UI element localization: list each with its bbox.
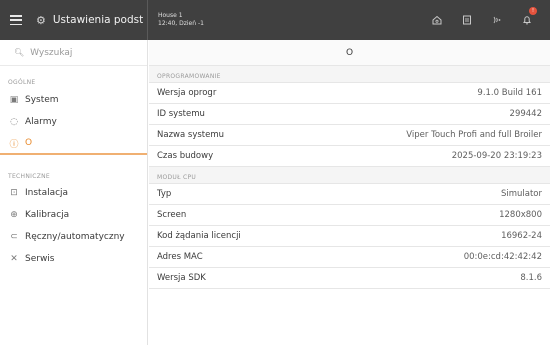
top-bar: ⚙ Ustawienia podst House 1 12:40, Dzień … [0,0,550,40]
calibration-icon: ⊕ [10,210,18,220]
row-key: Kod żądania licencji [157,231,241,241]
installation-icon: ⊡ [10,188,18,198]
info-row-system-name: Nazwa systemu Viper Touch Profi and full… [149,125,550,146]
info-row-screen: Screen 1280x800 [149,205,550,226]
info-row-build-time: Czas budowy 2025-09-20 23:19:23 [149,146,550,167]
gear-icon: ⚙ [36,13,46,27]
row-value: 299442 [509,109,542,119]
row-key: Nazwa systemu [157,130,225,140]
row-value: 16962-24 [501,231,542,241]
row-value: Viper Touch Profi and full Broiler [406,130,542,140]
row-value: 9.1.0 Build 161 [477,88,542,98]
sidebar-item-label: Kalibracja [25,210,70,220]
hamburger-menu-icon[interactable] [10,15,22,25]
sidebar-item-label: System [25,95,59,105]
group-label-software: OPROGRAMOWANIE [149,66,550,83]
notification-badge: ! [529,7,537,15]
sidebar-item-label: O [25,138,33,148]
header-left: ⚙ Ustawienia podst [0,0,148,40]
search-input[interactable]: Wyszukaj [30,48,72,58]
row-key: Typ [157,189,172,199]
info-row-type: Typ Simulator [149,184,550,205]
row-key: Wersja oprogr [157,88,217,98]
sidebar-item-installation[interactable]: ⊡ Instalacja [0,182,147,204]
row-key: Adres MAC [157,252,203,262]
row-value: 00:0e:cd:42:42:42 [463,252,542,262]
house-name: House 1 [158,12,183,19]
group-label-cpu-module: MODUŁ CPU [149,167,550,184]
house-info[interactable]: House 1 12:40, Dzień -1 [148,12,204,28]
row-key: ID systemu [157,109,205,119]
sidebar-item-alarms[interactable]: ◌ Alarmy [0,111,147,133]
sidebar-item-label: Ręczny/automatyczny [25,232,125,242]
row-value: 2025-09-20 23:19:23 [451,151,542,161]
sidebar-item-label: Serwis [25,254,55,264]
info-row-sdk-version: Wersja SDK 8.1.6 [149,268,550,289]
row-key: Wersja SDK [157,273,206,283]
sidebar-item-label: Alarmy [25,117,57,127]
main-panel: O OPROGRAMOWANIE Wersja oprogr 9.1.0 Bui… [149,40,550,345]
house-time: 12:40, Dzień -1 [158,20,204,27]
sidebar-item-system[interactable]: ▣ System [0,89,147,111]
manual-auto-icon: ⊂ [10,232,18,242]
section-label-general: OGÓLNE [8,79,36,86]
info-row-system-id: ID systemu 299442 [149,104,550,125]
page-title: O [149,40,550,66]
bell-icon: ◌ [10,117,18,127]
top-icons: ! [422,0,542,40]
system-icon: ▣ [9,95,19,105]
sidebar: 🔍︎ Wyszukaj OGÓLNE ▣ System ◌ Alarmy ⓘ O… [0,40,148,345]
info-row-software-version: Wersja oprogr 9.1.0 Build 161 [149,83,550,104]
row-value: Simulator [500,189,542,199]
wireless-icon[interactable] [482,0,512,40]
section-label-technical: TECHNICZNE [8,173,50,180]
row-key: Screen [157,210,187,220]
sidebar-item-calibration[interactable]: ⊕ Kalibracja [0,204,147,226]
row-key: Czas budowy [157,151,214,161]
app-title: Ustawienia podst [52,14,144,26]
tools-icon: ✕ [10,254,18,264]
row-value: 1280x800 [499,210,542,220]
info-row-license-request-code: Kod żądania licencji 16962-24 [149,226,550,247]
sidebar-item-service[interactable]: ✕ Serwis [0,248,147,270]
home-icon[interactable] [422,0,452,40]
notifications-bell-icon[interactable]: ! [512,0,542,40]
row-value: 8.1.6 [520,273,542,283]
info-row-mac-address: Adres MAC 00:0e:cd:42:42:42 [149,247,550,268]
sidebar-item-label: Instalacja [25,188,69,198]
sidebar-item-about[interactable]: ⓘ O [0,133,147,155]
info-icon: ⓘ [9,139,19,150]
search-icon: 🔍︎ [14,48,25,57]
search-box[interactable]: 🔍︎ Wyszukaj [0,40,147,66]
save-icon[interactable] [452,0,482,40]
sidebar-item-manual-auto[interactable]: ⊂ Ręczny/automatyczny [0,226,147,248]
